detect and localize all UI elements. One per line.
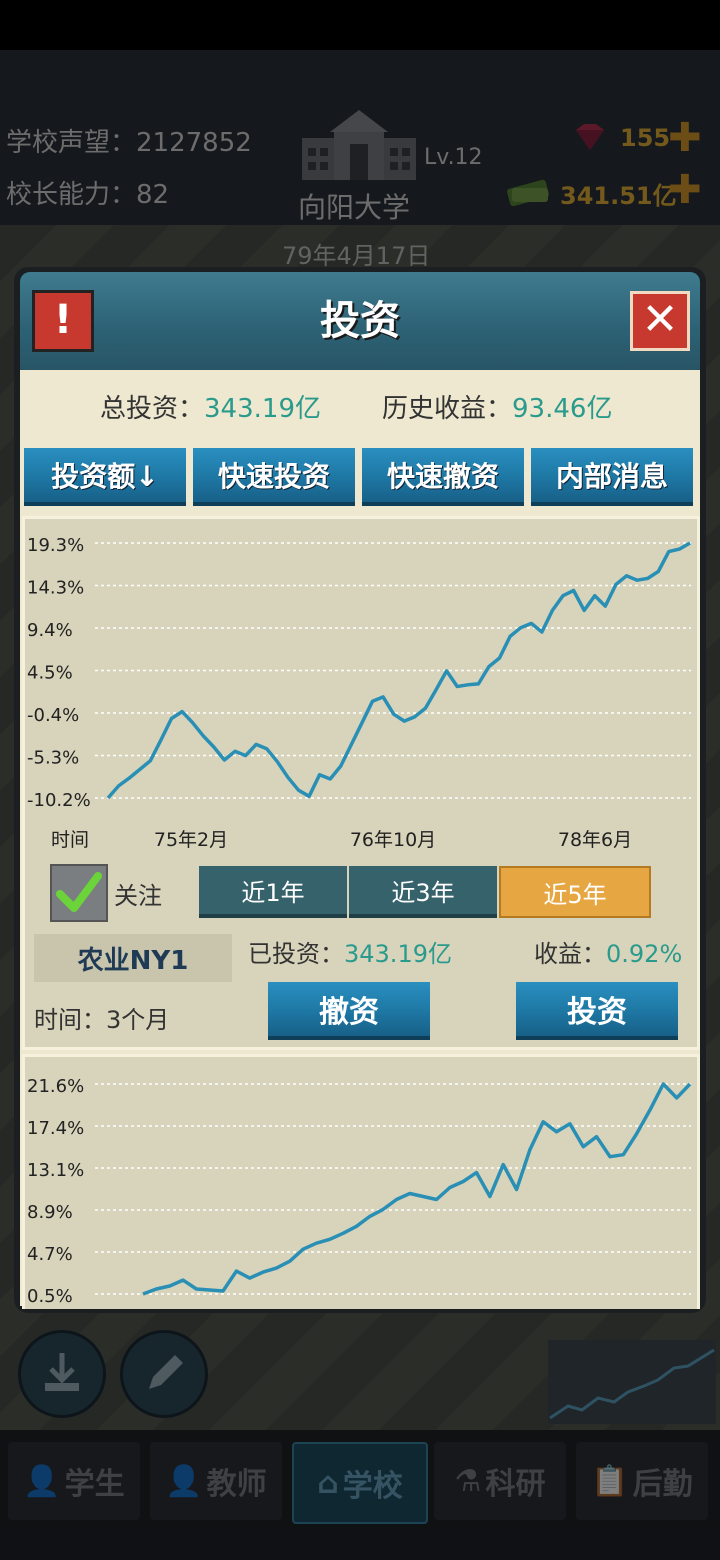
item-name: 农业NY1 [34, 934, 232, 982]
y-tick-label: -0.4% [27, 705, 79, 726]
duration-value: 3个月 [106, 1006, 170, 1034]
invested-amount: 已投资：343.19亿 [248, 934, 452, 969]
alert-icon[interactable]: ! [32, 290, 94, 352]
y-tick-label: 9.4% [27, 620, 73, 641]
close-icon: ✕ [641, 294, 679, 345]
dialog-title: 投资 [320, 298, 400, 344]
y-tick-label: 4.5% [27, 663, 73, 684]
checkmark-icon [56, 872, 102, 912]
tab-quick-withdraw[interactable]: 快速撤资 [362, 448, 524, 506]
duration-label: 时间： [34, 1006, 106, 1034]
period-3-years[interactable]: 近3年 [349, 866, 497, 918]
return-value: 0.92% [606, 940, 683, 968]
watch-label: 关注 [114, 882, 162, 910]
return-chart-1: 19.3% 14.3% 9.4% 4.5% -0.4% -5.3% -10.2% 时间 75年2… [27, 535, 691, 849]
status-bar [0, 0, 720, 50]
period-5-years[interactable]: 近5年 [499, 866, 651, 918]
return-chart-2: 21.6% 17.4% 13.1% 8.9% 4.7% 0.5% [27, 1076, 692, 1303]
item-return: 收益：0.92% [534, 934, 682, 969]
y-tick-label: 0.5% [27, 1286, 73, 1303]
y-tick-label: 8.9% [27, 1202, 73, 1223]
history-income: 历史收益：93.46亿 [382, 388, 612, 425]
withdraw-button[interactable]: 撤资 [268, 982, 430, 1040]
x-axis-label: 时间 [51, 829, 89, 849]
y-tick-label: 19.3% [27, 535, 84, 556]
y-tick-label: 4.7% [27, 1244, 73, 1265]
item-duration: 时间：3个月 [34, 1000, 169, 1035]
y-tick-label: -5.3% [27, 748, 79, 769]
y-tick-label: -10.2% [27, 790, 91, 811]
y-tick-label: 21.6% [27, 1076, 84, 1097]
tab-quick-invest[interactable]: 快速投资 [193, 448, 355, 506]
invest-button[interactable]: 投资 [516, 982, 678, 1040]
period-1-year[interactable]: 近1年 [199, 866, 347, 918]
total-investment: 总投资：343.19亿 [100, 388, 321, 425]
invested-label: 已投资： [248, 940, 344, 968]
x-tick-label: 78年6月 [558, 829, 632, 849]
y-tick-label: 17.4% [27, 1118, 84, 1139]
history-income-label: 历史收益： [382, 394, 513, 424]
y-tick-label: 14.3% [27, 578, 84, 599]
series-line [106, 541, 691, 800]
return-label: 收益： [534, 940, 606, 968]
series-line [142, 1082, 692, 1296]
close-button[interactable]: ✕ [630, 291, 690, 351]
tab-sort-amount[interactable]: 投资额↓ [24, 448, 186, 506]
x-tick-label: 76年10月 [350, 829, 436, 849]
invested-value: 343.19亿 [344, 940, 452, 968]
total-investment-value: 343.19亿 [204, 394, 321, 424]
tab-inside-news[interactable]: 内部消息 [531, 448, 693, 506]
history-income-value: 93.46亿 [512, 394, 613, 424]
system-nav-bar [0, 1530, 720, 1560]
y-tick-label: 13.1% [27, 1160, 84, 1181]
x-tick-label: 75年2月 [154, 829, 228, 849]
watch-checkbox[interactable] [50, 864, 108, 922]
total-investment-label: 总投资： [100, 394, 205, 424]
